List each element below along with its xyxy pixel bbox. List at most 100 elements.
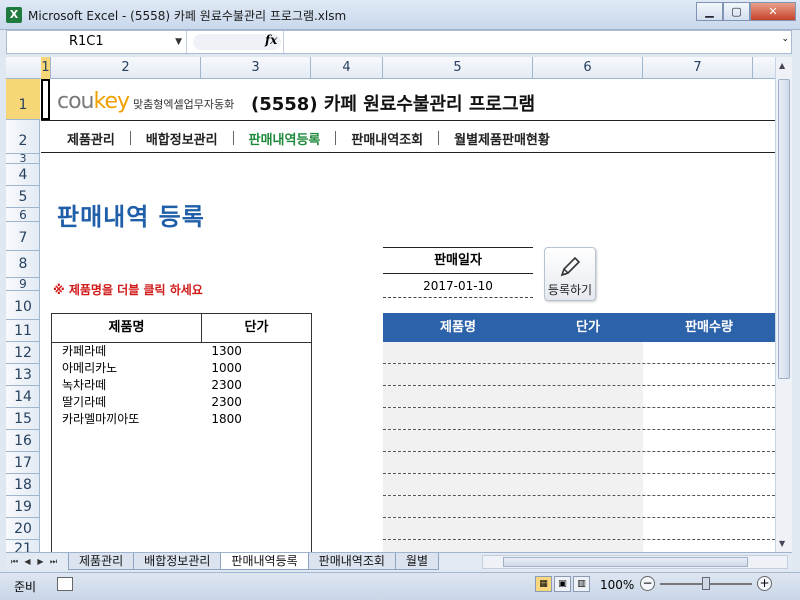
page-break-view-icon[interactable]: ▥	[573, 576, 590, 592]
zoom-slider-handle[interactable]	[702, 577, 710, 590]
row-header[interactable]: 15	[6, 408, 40, 430]
scrollbar-thumb[interactable]	[778, 79, 790, 379]
sales-cell[interactable]	[383, 474, 533, 495]
register-button[interactable]: 등록하기	[544, 247, 596, 301]
nav-item-recipes[interactable]: 배합정보관리	[146, 129, 218, 148]
insert-function-icon[interactable]: fx	[265, 33, 277, 47]
sales-cell[interactable]	[643, 342, 775, 363]
nav-item-sales-entry[interactable]: 판매내역등록	[249, 129, 321, 148]
nav-item-sales-lookup[interactable]: 판매내역조회	[351, 129, 423, 148]
row-header[interactable]: 10	[6, 291, 40, 320]
sales-cell[interactable]	[643, 496, 775, 517]
column-header[interactable]: 4	[311, 57, 383, 79]
product-name[interactable]: 녹차라떼	[52, 377, 211, 394]
row-header[interactable]: 12	[6, 342, 40, 364]
horizontal-scrollbar[interactable]	[482, 555, 788, 569]
sales-cell[interactable]	[533, 540, 643, 552]
chevron-down-icon[interactable]: ▼	[175, 31, 182, 53]
tab-sales-lookup[interactable]: 판매내역조회	[307, 553, 396, 570]
scrollbar-thumb[interactable]	[503, 557, 748, 567]
sale-date-field[interactable]: 2017-01-10	[383, 274, 533, 298]
sales-cell[interactable]	[383, 430, 533, 451]
tab-sales-entry[interactable]: 판매내역등록	[220, 553, 309, 570]
maximize-button[interactable]: ▢	[723, 2, 750, 21]
normal-view-icon[interactable]: ▦	[535, 576, 552, 592]
zoom-level[interactable]: 100%	[600, 578, 634, 592]
column-header[interactable]: 5	[383, 57, 533, 79]
row-header[interactable]: 14	[6, 386, 40, 408]
sales-cell[interactable]	[533, 518, 643, 539]
sales-cell[interactable]	[533, 496, 643, 517]
sales-cell[interactable]	[643, 408, 775, 429]
tab-monthly[interactable]: 월별	[394, 553, 440, 570]
next-sheet-icon[interactable]: ▶	[34, 555, 47, 569]
nav-item-products[interactable]: 제품관리	[67, 129, 115, 148]
name-box[interactable]: R1C1 ▼	[7, 31, 187, 53]
column-header[interactable]: 3	[201, 57, 311, 79]
row-header[interactable]: 20	[6, 518, 40, 540]
row-header[interactable]: 1	[6, 79, 40, 120]
sales-cell[interactable]	[533, 364, 643, 385]
row-header[interactable]: 21	[6, 540, 40, 552]
sales-cell[interactable]	[643, 474, 775, 495]
table-row[interactable]: 딸기라떼 2300	[52, 394, 311, 411]
page-layout-view-icon[interactable]: ▣	[554, 576, 571, 592]
sales-cell[interactable]	[533, 342, 643, 363]
sales-cell[interactable]	[383, 540, 533, 552]
first-sheet-icon[interactable]: ⏮	[8, 555, 21, 569]
sales-cell[interactable]	[533, 452, 643, 473]
row-header[interactable]: 4	[6, 164, 40, 186]
product-name[interactable]: 딸기라떼	[52, 394, 211, 411]
sales-cell[interactable]	[533, 386, 643, 407]
row-header[interactable]: 7	[6, 222, 40, 251]
product-name[interactable]: 카라멜마끼아또	[52, 411, 211, 428]
sales-cell[interactable]	[383, 518, 533, 539]
column-header[interactable]: 1	[41, 57, 51, 79]
row-header[interactable]: 6	[6, 208, 40, 222]
last-sheet-icon[interactable]: ⏭	[47, 555, 60, 569]
row-header[interactable]: 18	[6, 474, 40, 496]
row-header[interactable]: 2	[6, 120, 40, 154]
zoom-out-icon[interactable]: −	[640, 576, 655, 591]
prev-sheet-icon[interactable]: ◀	[21, 555, 34, 569]
sales-cell[interactable]	[643, 452, 775, 473]
row-header[interactable]: 16	[6, 430, 40, 452]
sales-cell[interactable]	[643, 430, 775, 451]
zoom-in-icon[interactable]: +	[757, 576, 772, 591]
sales-cell[interactable]	[383, 496, 533, 517]
sales-cell[interactable]	[533, 408, 643, 429]
sales-cell[interactable]	[643, 518, 775, 539]
row-header[interactable]: 19	[6, 496, 40, 518]
sales-cell[interactable]	[643, 364, 775, 385]
tab-products[interactable]: 제품관리	[68, 553, 135, 570]
table-row[interactable]: 카라멜마끼아또 1800	[52, 411, 311, 428]
close-button[interactable]: ✕	[750, 2, 796, 21]
formula-input[interactable]	[283, 31, 778, 53]
table-row[interactable]: 녹차라떼 2300	[52, 377, 311, 394]
row-header[interactable]: 17	[6, 452, 40, 474]
table-row[interactable]: 아메리카노 1000	[52, 360, 311, 377]
column-header[interactable]: 7	[643, 57, 753, 79]
column-header[interactable]: 6	[533, 57, 643, 79]
sales-cell[interactable]	[383, 408, 533, 429]
sales-cell[interactable]	[383, 386, 533, 407]
scroll-down-icon[interactable]: ▼	[779, 539, 785, 548]
sales-cell[interactable]	[643, 386, 775, 407]
row-header[interactable]: 3	[6, 153, 40, 164]
row-header[interactable]: 9	[6, 278, 40, 291]
table-row[interactable]: 카페라떼 1300	[52, 343, 311, 360]
scroll-up-icon[interactable]: ▲	[779, 61, 785, 70]
row-header[interactable]: 5	[6, 186, 40, 208]
product-name[interactable]: 카페라떼	[52, 343, 211, 360]
tab-recipes[interactable]: 배합정보관리	[133, 553, 222, 570]
sales-cell[interactable]	[383, 364, 533, 385]
sales-cell[interactable]	[643, 540, 775, 552]
row-header[interactable]: 8	[6, 251, 40, 278]
sales-cell[interactable]	[533, 474, 643, 495]
active-cell[interactable]	[41, 79, 50, 120]
row-header[interactable]: 13	[6, 364, 40, 386]
sales-cell[interactable]	[533, 430, 643, 451]
macro-record-icon[interactable]	[57, 577, 73, 591]
minimize-button[interactable]: ▁	[696, 2, 723, 21]
product-name[interactable]: 아메리카노	[52, 360, 211, 377]
